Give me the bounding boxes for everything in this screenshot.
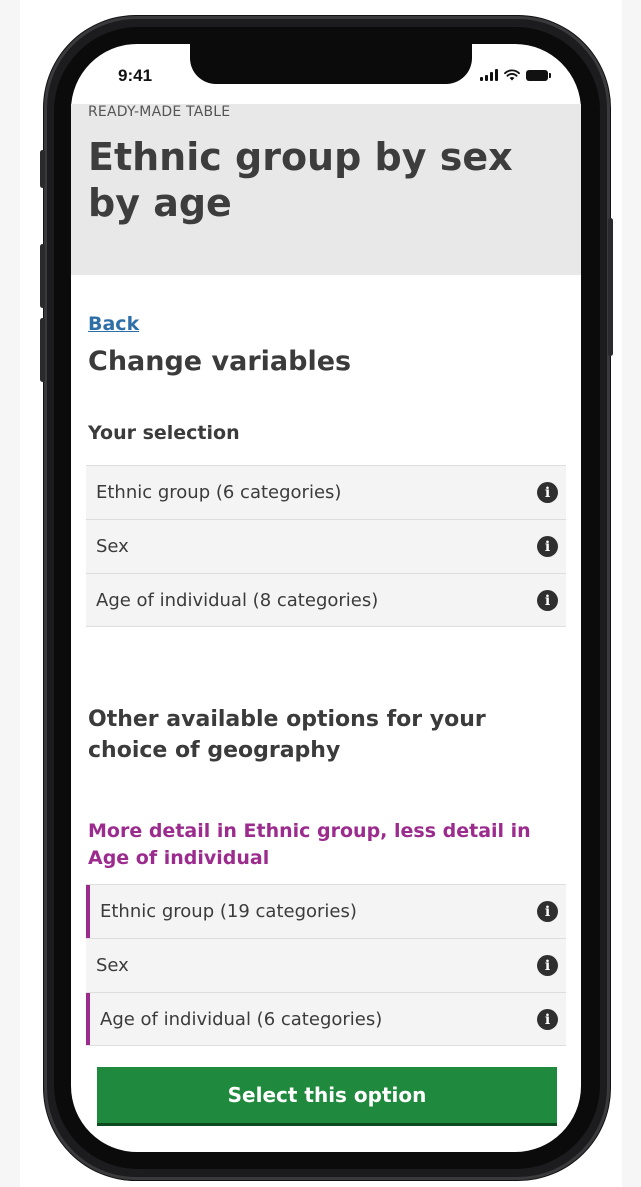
selection-row-ethnic-group: Ethnic group (6 categories) i (86, 465, 566, 519)
option-row-label: Ethnic group (19 categories) (100, 901, 357, 922)
wifi-icon (504, 69, 520, 81)
cellular-signal-icon (480, 69, 498, 81)
info-icon[interactable]: i (537, 955, 558, 976)
selection-row-label: Age of individual (8 categories) (96, 589, 379, 611)
page-eyebrow: READY-MADE TABLE (88, 104, 231, 120)
info-icon[interactable]: i (537, 1009, 558, 1030)
option-row-age: Age of individual (6 categories) i (86, 992, 566, 1046)
info-icon[interactable]: i (537, 482, 558, 503)
your-selection-heading: Your selection (88, 422, 240, 444)
selection-table: Ethnic group (6 categories) i Sex i Age … (86, 465, 566, 627)
volume-up-button (40, 244, 45, 308)
phone-notch (190, 44, 472, 84)
info-icon[interactable]: i (537, 536, 558, 557)
back-link[interactable]: Back (88, 313, 139, 335)
option-table: Ethnic group (19 categories) i Sex i Age… (86, 884, 566, 1046)
page-title: Ethnic group by sex by age (88, 135, 513, 225)
info-icon[interactable]: i (537, 901, 558, 922)
info-icon[interactable]: i (537, 590, 558, 611)
option-row-sex: Sex i (86, 938, 566, 992)
select-this-option-button[interactable]: Select this option (97, 1067, 557, 1123)
status-time: 9:41 (118, 66, 153, 85)
status-icons (480, 66, 560, 84)
mute-switch (40, 150, 45, 188)
section-heading-change-variables: Change variables (88, 346, 352, 377)
option-heading: More detail in Ethnic group, less detail… (88, 820, 531, 869)
other-options-heading: Other available options for your choice … (88, 707, 486, 763)
option-row-label: Sex (96, 955, 129, 976)
selection-row-label: Sex (96, 536, 129, 557)
power-button (608, 218, 613, 356)
volume-down-button (40, 318, 45, 382)
battery-icon (526, 69, 551, 81)
option-row-label: Age of individual (6 categories) (100, 1008, 383, 1030)
selection-row-label: Ethnic group (6 categories) (96, 482, 342, 503)
option-row-ethnic-group: Ethnic group (19 categories) i (86, 884, 566, 938)
selection-row-age: Age of individual (8 categories) i (86, 573, 566, 627)
selection-row-sex: Sex i (86, 519, 566, 573)
